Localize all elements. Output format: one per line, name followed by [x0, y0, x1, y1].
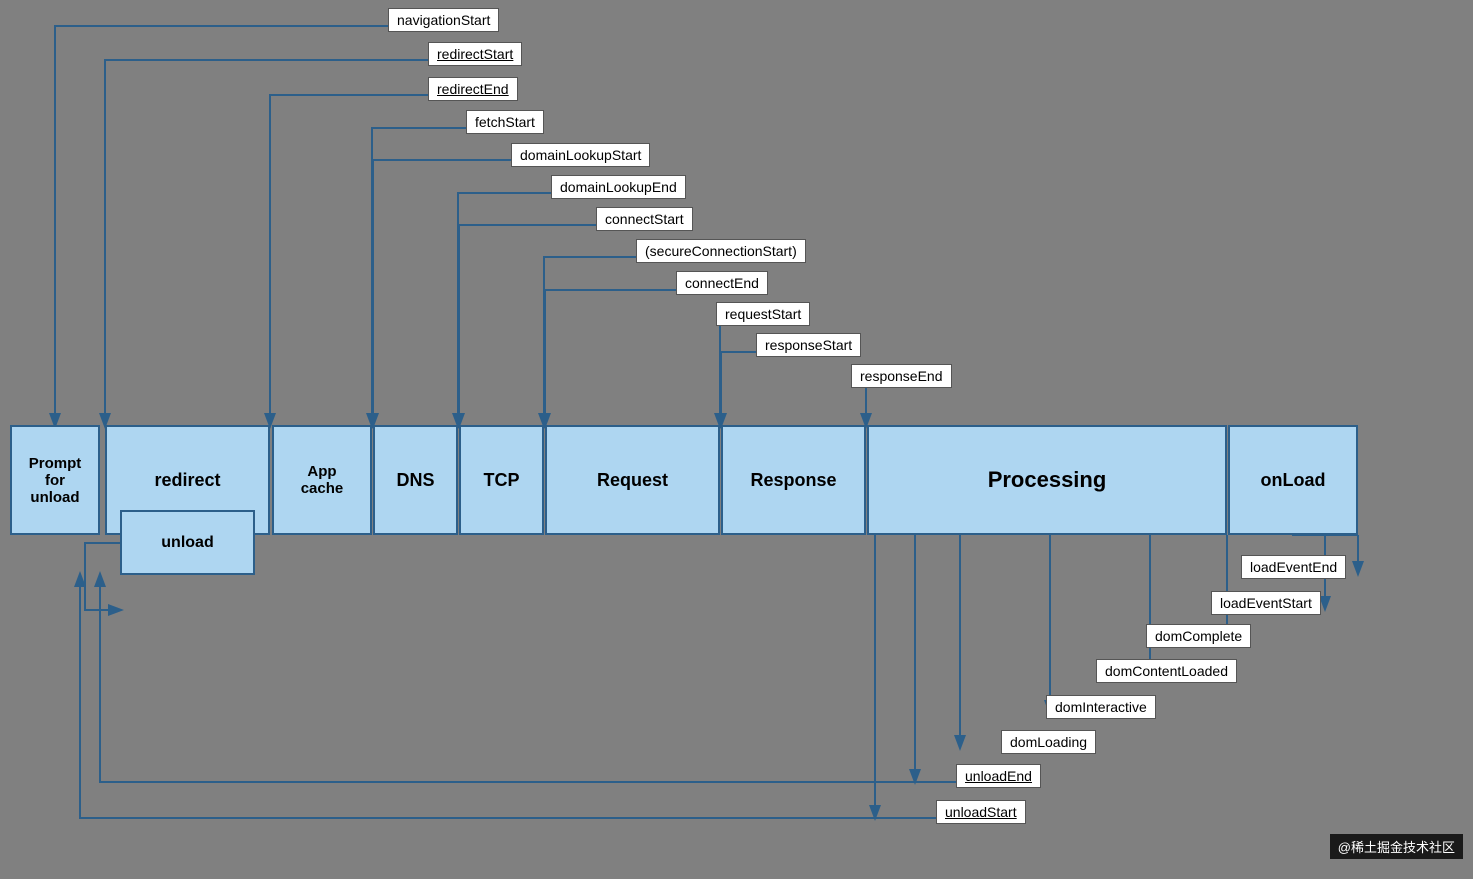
- label-domLoading: domLoading: [1001, 730, 1096, 754]
- label-connectStart: connectStart: [596, 207, 693, 231]
- label-domComplete: domComplete: [1146, 624, 1251, 648]
- label-connectEnd: connectEnd: [676, 271, 768, 295]
- label-fetchStart: fetchStart: [466, 110, 544, 134]
- timeline-unload: unload: [120, 510, 255, 575]
- label-requestStart: requestStart: [716, 302, 810, 326]
- timeline-processing: Processing: [867, 425, 1227, 535]
- label-redirectStart: redirectStart: [428, 42, 522, 66]
- label-unloadEnd: unloadEnd: [956, 764, 1041, 788]
- label-secureConnectionStart: (secureConnectionStart): [636, 239, 806, 263]
- timeline-dns: DNS: [373, 425, 458, 535]
- timeline-prompt-unload: Prompt for unload: [10, 425, 100, 535]
- label-redirectEnd: redirectEnd: [428, 77, 518, 101]
- label-loadEventEnd: loadEventEnd: [1241, 555, 1346, 579]
- label-navigationStart: navigationStart: [388, 8, 499, 32]
- watermark: @稀土掘金技术社区: [1330, 834, 1463, 859]
- timeline-tcp: TCP: [459, 425, 544, 535]
- label-responseEnd: responseEnd: [851, 364, 952, 388]
- label-domContentLoaded: domContentLoaded: [1096, 659, 1237, 683]
- label-loadEventStart: loadEventStart: [1211, 591, 1321, 615]
- diagram-container: Prompt for unload redirect unload App ca…: [0, 0, 1473, 879]
- label-responseStart: responseStart: [756, 333, 861, 357]
- timeline-onload: onLoad: [1228, 425, 1358, 535]
- label-domainLookupStart: domainLookupStart: [511, 143, 650, 167]
- timeline-response: Response: [721, 425, 866, 535]
- timeline-request: Request: [545, 425, 720, 535]
- label-domInteractive: domInteractive: [1046, 695, 1156, 719]
- timeline-appcache: App cache: [272, 425, 372, 535]
- label-unloadStart: unloadStart: [936, 800, 1026, 824]
- label-domainLookupEnd: domainLookupEnd: [551, 175, 686, 199]
